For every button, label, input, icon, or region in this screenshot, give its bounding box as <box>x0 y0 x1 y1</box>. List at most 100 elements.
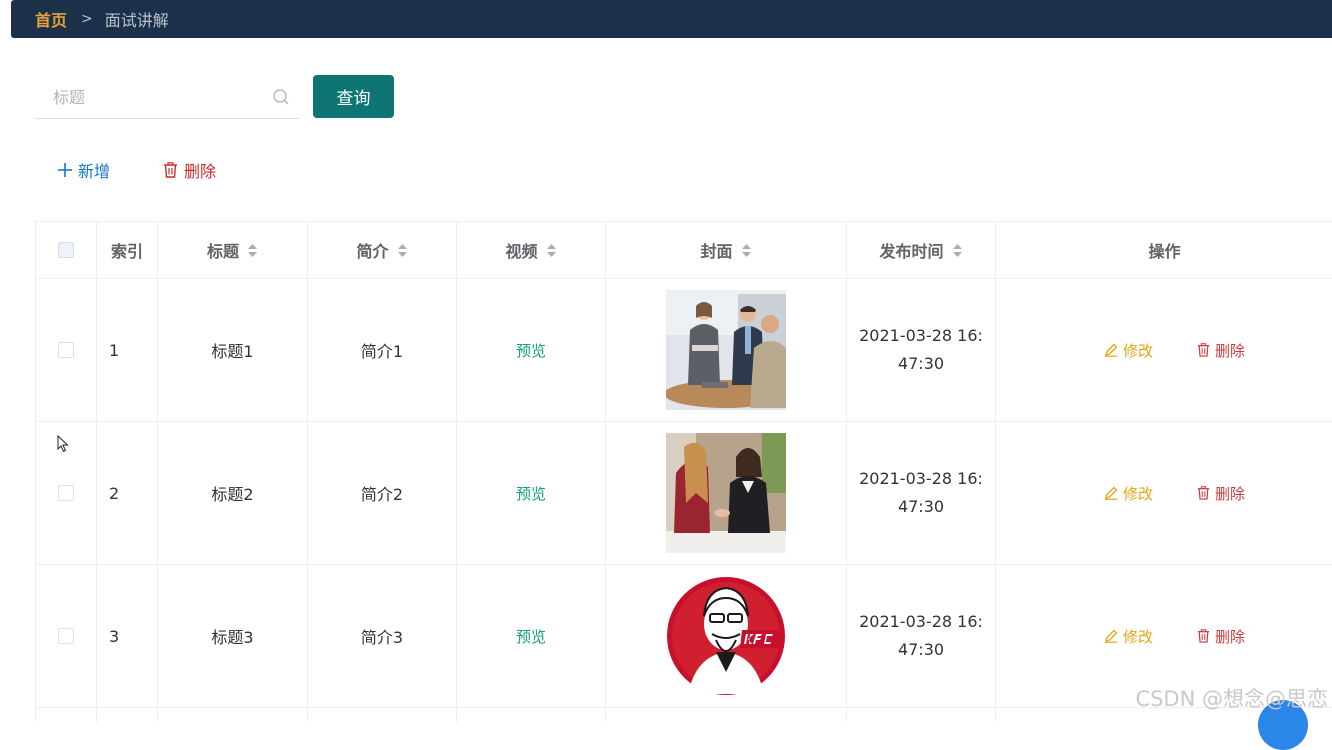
row-delete-button[interactable]: 删除 <box>1197 340 1245 361</box>
row-index: 1 <box>109 340 120 360</box>
row-delete-button[interactable]: 删除 <box>1197 626 1245 647</box>
index-cell: 1 <box>97 279 158 421</box>
intro-cell: 简介1 <box>308 279 457 421</box>
breadcrumb-home[interactable]: 首页 <box>35 7 67 31</box>
query-button[interactable]: 查询 <box>313 75 394 118</box>
publish-time-line1: 2021-03-28 16: <box>859 612 983 631</box>
select-cell <box>36 279 97 421</box>
edit-button[interactable]: 修改 <box>1104 340 1153 361</box>
trash-icon <box>164 162 177 178</box>
video-cell: 预览 <box>457 422 606 564</box>
cover-image-handshake <box>666 433 786 553</box>
video-cell <box>457 708 606 722</box>
cover-cell <box>606 565 847 707</box>
search-box <box>35 75 300 119</box>
search-input[interactable] <box>35 75 285 119</box>
publish-time-line2: 47:30 <box>897 497 945 516</box>
delete-label: 删除 <box>1215 484 1246 503</box>
publish-time-cell: 2021-03-28 16: 47:30 <box>847 279 996 421</box>
header-video[interactable]: 视频 <box>457 222 606 278</box>
header-cover[interactable]: 封面 <box>606 222 847 278</box>
breadcrumb-separator: > <box>81 11 93 27</box>
row-index: 3 <box>109 626 120 646</box>
cover-cell <box>606 279 847 421</box>
edit-icon <box>1104 629 1118 643</box>
header-index: 索引 <box>97 222 158 278</box>
row-title: 标题3 <box>211 628 254 647</box>
header-publish-time-label: 发布时间 <box>879 242 944 261</box>
header-publish-time[interactable]: 发布时间 <box>847 222 996 278</box>
intro-cell: 简介3 <box>308 565 457 707</box>
data-table: 索引 标题 简介 视频 封面 发布时间 操作 1 标题1 简介1 预览 2021… <box>35 221 1332 722</box>
delete-button[interactable]: 删除 <box>163 158 216 182</box>
row-checkbox[interactable] <box>58 342 74 358</box>
video-cell: 预览 <box>457 279 606 421</box>
header-select-cell <box>36 222 97 278</box>
sort-icon[interactable] <box>546 243 557 258</box>
cover-image-kfc-logo <box>666 576 786 696</box>
publish-time-cell <box>847 708 996 722</box>
header-cover-label: 封面 <box>700 242 733 261</box>
title-cell: 标题1 <box>158 279 308 421</box>
row-intro: 简介2 <box>360 485 404 504</box>
intro-cell <box>308 708 457 722</box>
publish-time-line1: 2021-03-28 16: <box>859 326 983 345</box>
publish-time-cell: 2021-03-28 16: 47:30 <box>847 422 996 564</box>
delete-label: 删除 <box>1215 341 1246 360</box>
preview-link[interactable]: 预览 <box>516 626 546 647</box>
index-cell: 2 <box>97 422 158 564</box>
breadcrumb-current: 面试讲解 <box>104 11 169 30</box>
video-cell: 预览 <box>457 565 606 707</box>
table-row: 1 标题1 简介1 预览 2021-03-28 16: 47:30 修改 删除 <box>36 279 1332 422</box>
header-title[interactable]: 标题 <box>158 222 308 278</box>
publish-time-line2: 47:30 <box>897 354 945 373</box>
row-checkbox[interactable] <box>58 485 74 501</box>
header-actions-label: 操作 <box>1148 242 1181 261</box>
mouse-cursor-icon <box>57 435 69 453</box>
sort-icon[interactable] <box>397 243 408 258</box>
select-cell <box>36 565 97 707</box>
row-intro: 简介3 <box>360 628 404 647</box>
row-delete-button[interactable]: 删除 <box>1197 483 1245 504</box>
trash-icon <box>1197 343 1210 357</box>
delete-label: 删除 <box>1215 627 1246 646</box>
header-video-label: 视频 <box>505 242 538 261</box>
header-index-label: 索引 <box>110 242 143 261</box>
sort-icon[interactable] <box>741 243 752 258</box>
row-intro: 简介1 <box>360 342 404 361</box>
edit-button[interactable]: 修改 <box>1104 626 1153 647</box>
select-cell <box>36 708 97 722</box>
sort-icon[interactable] <box>247 243 258 258</box>
publish-time: 2021-03-28 16: 47:30 <box>859 322 983 378</box>
cover-image-meeting <box>666 290 786 410</box>
delete-button-label: 删除 <box>184 162 217 181</box>
publish-time-cell: 2021-03-28 16: 47:30 <box>847 565 996 707</box>
index-cell <box>97 708 158 722</box>
sort-icon[interactable] <box>952 243 963 258</box>
publish-time: 2021-03-28 16: 47:30 <box>859 608 983 664</box>
edit-button[interactable]: 修改 <box>1104 483 1153 504</box>
header-intro-label: 简介 <box>356 242 389 261</box>
header-actions: 操作 <box>996 222 1332 278</box>
add-button[interactable]: 新增 <box>58 158 110 182</box>
publish-time-line2: 47:30 <box>897 640 945 659</box>
edit-label: 修改 <box>1122 341 1153 360</box>
edit-icon <box>1104 343 1118 357</box>
intro-cell: 简介2 <box>308 422 457 564</box>
edit-label: 修改 <box>1122 484 1153 503</box>
title-cell: 标题3 <box>158 565 308 707</box>
preview-link[interactable]: 预览 <box>516 483 546 504</box>
trash-icon <box>1197 629 1210 643</box>
header-intro[interactable]: 简介 <box>308 222 457 278</box>
plus-icon <box>58 163 72 177</box>
preview-link[interactable]: 预览 <box>516 340 546 361</box>
table-row: 2 标题2 简介2 预览 2021-03-28 16: 47:30 修改 删除 <box>36 422 1332 565</box>
edit-label: 修改 <box>1122 627 1153 646</box>
row-title: 标题1 <box>211 342 254 361</box>
title-cell <box>158 708 308 722</box>
row-checkbox[interactable] <box>58 628 74 644</box>
edit-icon <box>1104 486 1118 500</box>
select-all-checkbox[interactable] <box>58 242 74 258</box>
row-title: 标题2 <box>211 485 254 504</box>
search-icon[interactable] <box>272 88 290 106</box>
